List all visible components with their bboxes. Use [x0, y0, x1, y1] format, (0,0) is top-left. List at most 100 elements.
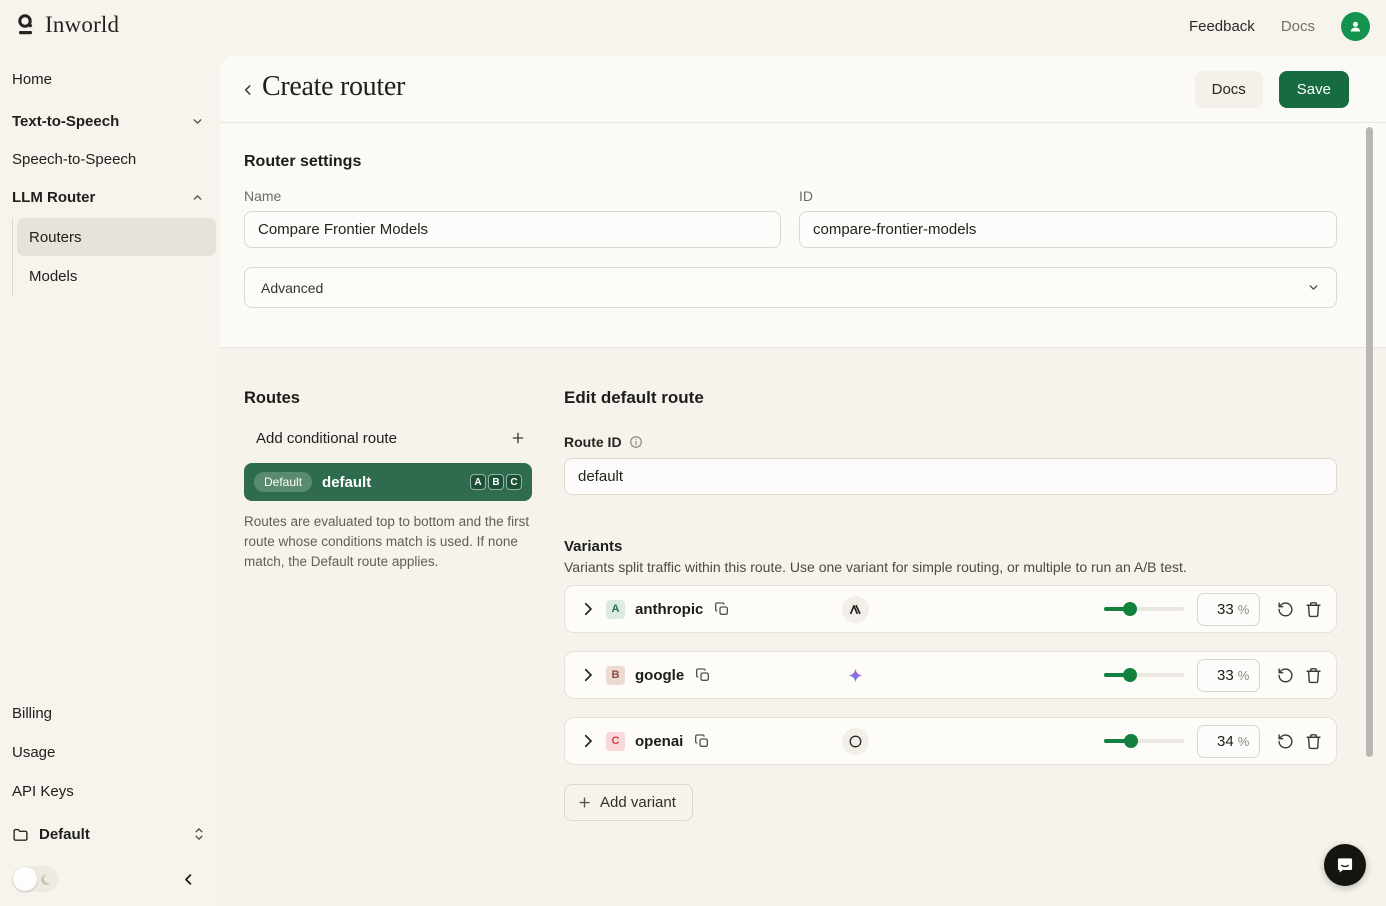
percent-input[interactable] [1207, 666, 1234, 684]
variant-row-anthropic: A anthropic % [564, 585, 1337, 633]
vertical-scrollbar[interactable] [1366, 127, 1373, 757]
router-settings-heading: Router settings [244, 153, 362, 170]
trash-icon [1306, 733, 1321, 749]
variant-row-openai: C openai 34 % [564, 717, 1337, 765]
copy-icon[interactable] [714, 601, 730, 617]
sidebar-item-label: LLM Router [12, 188, 96, 206]
add-conditional-route-button[interactable]: Add conditional route [244, 422, 532, 454]
variant-badge-c: C [506, 474, 522, 490]
collapse-sidebar-icon[interactable] [181, 872, 196, 887]
chevron-down-icon [1309, 285, 1318, 290]
delete-variant-button[interactable] [1305, 733, 1322, 750]
traffic-slider[interactable] [1104, 602, 1184, 616]
chat-bubble-icon [1337, 858, 1353, 873]
theme-toggle-knob [13, 867, 37, 891]
feedback-link[interactable]: Feedback [1189, 18, 1255, 35]
sidebar-item-models[interactable]: Models [17, 257, 216, 295]
trash-icon [1306, 667, 1321, 683]
route-name: default [322, 473, 372, 491]
traffic-slider[interactable] [1104, 668, 1184, 682]
person-icon [1350, 21, 1361, 31]
variant-letter-badge: C [606, 731, 625, 751]
page-title: Create router [262, 71, 406, 102]
percent-symbol: % [1237, 601, 1250, 617]
slider-thumb[interactable] [1123, 602, 1138, 616]
slider-thumb[interactable] [1124, 734, 1139, 748]
topbar-docs-link[interactable]: Docs [1281, 18, 1315, 35]
docs-button[interactable]: Docs [1194, 71, 1263, 108]
routes-heading: Routes [244, 389, 300, 407]
sidebar-item-api-keys[interactable]: API Keys [0, 778, 220, 804]
sidebar-item-label: Billing [12, 704, 53, 722]
route-id-input[interactable] [564, 458, 1337, 495]
inworld-logo-icon [18, 14, 33, 35]
edit-route-heading: Edit default route [564, 388, 704, 407]
router-id-input[interactable] [799, 211, 1337, 248]
anthropic-logo-icon [842, 595, 869, 623]
folder-icon [13, 828, 28, 841]
expand-chevron-icon[interactable] [579, 732, 597, 750]
sidebar-item-llm-router[interactable]: LLM Router [0, 184, 220, 210]
routes-description: Routes are evaluated top to bottom and t… [244, 514, 530, 569]
chevron-down-icon [193, 118, 202, 124]
sidebar-item-text-to-speech[interactable]: Text-to-Speech [0, 108, 220, 134]
back-button[interactable] [236, 78, 260, 102]
delete-variant-button[interactable] [1305, 667, 1322, 684]
traffic-slider[interactable] [1104, 734, 1184, 748]
plus-icon [579, 797, 590, 808]
copy-icon[interactable] [694, 733, 710, 749]
variant-name: anthropic [635, 600, 704, 618]
sidebar-item-label: Text-to-Speech [12, 112, 120, 130]
add-variant-label: Add variant [600, 794, 676, 811]
name-label: Name [244, 188, 282, 204]
slider-thumb[interactable] [1123, 668, 1138, 682]
sidebar-item-routers[interactable]: Routers [17, 218, 216, 256]
chevron-up-icon [193, 194, 202, 200]
brand-wordmark: Inworld [45, 12, 120, 37]
percent-field: % [1197, 658, 1260, 692]
top-bar: Inworld Feedback Docs [0, 0, 1386, 56]
expand-chevron-icon[interactable] [579, 666, 597, 684]
reset-icon [1278, 601, 1293, 617]
workspace-selector[interactable]: Default [0, 818, 220, 850]
percent-input[interactable] [1207, 600, 1234, 618]
variant-row-google: B google 33 % [564, 651, 1337, 699]
theme-toggle[interactable] [12, 866, 58, 892]
sidebar-item-speech-to-speech[interactable]: Speech-to-Speech [0, 146, 220, 172]
back-chevron-icon [244, 85, 251, 95]
openai-logo-icon [842, 727, 869, 755]
percent-field: % [1197, 724, 1260, 758]
router-name-input[interactable] [244, 211, 781, 248]
llm-router-submenu: Routers Models [12, 218, 216, 296]
expand-chevron-icon[interactable] [579, 600, 597, 618]
reset-weight-button[interactable] [1277, 667, 1294, 684]
variant-letter-badge: B [606, 665, 625, 685]
reset-weight-button[interactable] [1277, 601, 1294, 618]
sidebar-item-usage[interactable]: Usage [0, 739, 220, 765]
routes-section: Routes Add conditional route Default def… [220, 347, 1386, 906]
route-item-default[interactable]: Default default A B C [244, 463, 532, 501]
advanced-accordion[interactable]: Advanced [244, 267, 1337, 308]
reset-weight-button[interactable] [1277, 733, 1294, 750]
sidebar-item-label: Usage [12, 743, 56, 761]
percent-input[interactable] [1207, 732, 1234, 750]
user-avatar[interactable] [1341, 11, 1370, 41]
add-variant-button[interactable]: Add variant [564, 784, 693, 821]
default-badge: Default [254, 472, 313, 492]
sidebar-item-billing[interactable]: Billing [0, 700, 220, 726]
sidebar-item-home[interactable]: Home [0, 66, 220, 92]
info-icon[interactable] [629, 435, 643, 449]
variant-badge-b: B [488, 474, 504, 490]
save-button[interactable]: Save [1278, 71, 1349, 108]
route-id-label: Route ID [564, 434, 622, 450]
sidebar-item-label: API Keys [12, 782, 74, 800]
gemini-logo-icon [842, 662, 869, 689]
trash-icon [1306, 601, 1321, 617]
chevron-up-down-icon [195, 828, 203, 840]
inworld-logo[interactable]: Inworld [16, 12, 119, 38]
id-label: ID [799, 188, 813, 204]
add-conditional-route-label: Add conditional route [256, 429, 397, 447]
delete-variant-button[interactable] [1305, 601, 1322, 618]
copy-icon[interactable] [695, 667, 711, 683]
chat-launcher-button[interactable] [1324, 844, 1366, 886]
